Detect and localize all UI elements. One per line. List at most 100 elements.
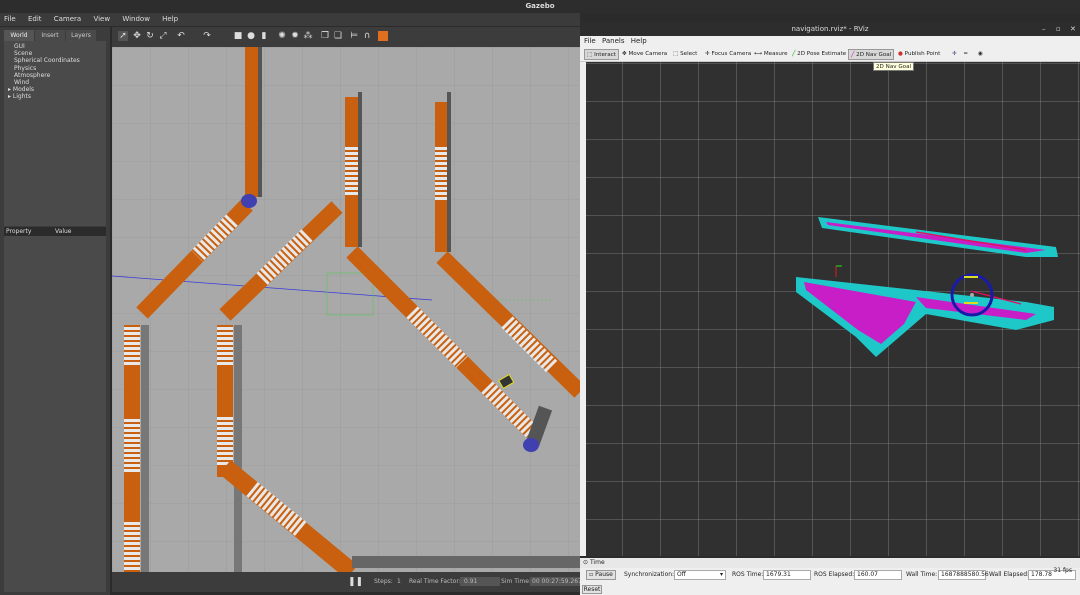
copy-icon[interactable]: ❐ — [320, 31, 330, 41]
gazebo-statusbar: ❚❚ Steps: 1 Real Time Factor: 0.91 Sim T… — [112, 572, 580, 592]
maximize-icon[interactable]: ▫ — [1056, 22, 1061, 36]
property-col: Property — [6, 228, 32, 235]
fps-counter: 31 fps — [1053, 567, 1072, 574]
sphere-icon[interactable]: ● — [246, 31, 256, 41]
tool-select[interactable]: ⬚ Select — [671, 49, 699, 60]
spot-light-icon[interactable]: ✹ — [290, 31, 300, 41]
ros-elapsed-label: ROS Elapsed: — [814, 571, 855, 578]
tool-2d-pose-estimate[interactable]: ╱ 2D Pose Estimate — [790, 49, 848, 60]
world-item-wind[interactable]: Wind — [14, 79, 106, 86]
close-icon[interactable]: ✕ — [1070, 22, 1076, 36]
rviz-3d-view[interactable] — [586, 62, 1080, 556]
sync-select-value: Off — [677, 571, 686, 578]
steps-label: Steps: — [374, 578, 393, 585]
gazebo-3d-viewport[interactable] — [112, 47, 580, 572]
tool-focus-camera-label: Focus Camera — [711, 51, 752, 57]
add-tool-icon[interactable]: ✛ — [950, 49, 959, 60]
rtf-value: 0.91 — [460, 577, 500, 586]
tool-measure-label: Measure — [763, 51, 788, 57]
world-item-scene[interactable]: Scene — [14, 50, 106, 57]
wall-time-field[interactable]: 1687888580.56 — [938, 570, 989, 580]
rviz-menubar: File Panels Help — [580, 36, 1080, 47]
ros-elapsed-field[interactable]: 160.07 — [854, 570, 902, 580]
world-item-atmosphere[interactable]: Atmosphere — [14, 72, 106, 79]
time-panel: ▫ Pause Synchronization: Off ▾ ROS Time: … — [580, 568, 1080, 583]
window-title: Gazebo — [0, 0, 1080, 13]
interact-icon: ⬚ — [587, 52, 593, 58]
undo-icon[interactable]: ↶ — [176, 31, 186, 41]
paste-icon[interactable]: ❏ — [333, 31, 343, 41]
tab-world[interactable]: World — [4, 30, 34, 41]
world-item-models[interactable]: Models — [13, 86, 34, 93]
world-tree: GUI Scene Spherical Coordinates Physics … — [4, 41, 106, 226]
property-header: Property Value — [4, 227, 106, 236]
menu-camera[interactable]: Camera — [54, 15, 81, 23]
tool-focus-camera[interactable]: ✛ Focus Camera — [703, 49, 753, 60]
point-light-icon[interactable]: ✺ — [277, 31, 287, 41]
directional-light-icon[interactable]: ⁂ — [303, 31, 313, 41]
move-camera-icon: ✥ — [622, 51, 627, 57]
select-arrow-icon[interactable]: ➚ — [118, 31, 128, 41]
rviz-toolbar: ⬚ Interact ✥ Move Camera ⬚ Select ✛ Focu… — [580, 47, 1080, 62]
time-panel-close-icon[interactable]: ⊙ — [583, 559, 588, 566]
ros-time-field[interactable]: 1679.31 — [763, 570, 811, 580]
measure-icon: ⟷ — [754, 51, 763, 57]
scale-icon[interactable]: ⤢ — [158, 31, 168, 41]
menu-view[interactable]: View — [93, 15, 110, 23]
chevron-down-icon: ▾ — [719, 571, 723, 578]
pause-button[interactable]: ▫ Pause — [586, 570, 616, 580]
tab-layers[interactable]: Layers — [66, 30, 96, 41]
box-icon[interactable]: ■ — [233, 31, 243, 41]
pause-icon[interactable]: ❚❚ — [348, 572, 363, 592]
world-item-spherical[interactable]: Spherical Coordinates — [14, 57, 106, 64]
costmap-view — [586, 62, 1080, 556]
steps-value[interactable]: 1 — [397, 572, 401, 592]
tool-measure[interactable]: ⟷ Measure — [752, 49, 790, 60]
tab-insert[interactable]: Insert — [35, 30, 65, 41]
gazebo-tabs: World Insert Layers — [4, 30, 106, 41]
nav-goal-tooltip: 2D Nav Goal — [873, 62, 915, 71]
sync-select[interactable]: Off ▾ — [674, 570, 726, 580]
reset-button[interactable]: Reset — [582, 585, 602, 594]
align-icon[interactable]: ⊨ — [349, 31, 359, 41]
rviz-title-text: navigation.rviz* - RViz — [791, 25, 869, 33]
cylinder-icon[interactable]: ▮ — [259, 31, 269, 41]
time-panel-title: Time — [589, 559, 605, 566]
rtf-label: Real Time Factor: — [409, 578, 461, 585]
tool-publish-point-label: Publish Point — [904, 51, 941, 57]
sim-time-value: 00 00:27:59.267 — [530, 577, 580, 586]
rotate-icon[interactable]: ↻ — [145, 31, 155, 41]
camera-type-icon[interactable]: ◉ — [976, 49, 985, 60]
tool-move-camera-label: Move Camera — [628, 51, 668, 57]
gazebo-toolbar: ➚ ✥ ↻ ⤢ ↶ ↷ ■ ● ▮ ✺ ✹ ⁂ ❐ ❏ ⊨ ∩ ■ — [112, 27, 580, 47]
tool-2d-pose-estimate-label: 2D Pose Estimate — [797, 51, 847, 57]
redo-icon[interactable]: ↷ — [202, 31, 212, 41]
pause-button-icon: ▫ — [589, 571, 594, 578]
pause-button-label: Pause — [595, 571, 613, 578]
focus-camera-icon: ✛ — [705, 51, 710, 57]
world-item-lights[interactable]: Lights — [13, 93, 31, 100]
record-icon[interactable]: ■ — [378, 31, 388, 41]
rviz-title: navigation.rviz* - RViz – ▫ ✕ — [580, 22, 1080, 36]
menu-edit[interactable]: Edit — [28, 15, 42, 23]
snap-icon[interactable]: ∩ — [362, 31, 372, 41]
tool-move-camera[interactable]: ✥ Move Camera — [620, 49, 669, 60]
menu-help[interactable]: Help — [162, 15, 178, 23]
property-panel — [4, 236, 106, 592]
tool-interact[interactable]: ⬚ Interact — [584, 49, 619, 60]
minimize-icon[interactable]: – — [1042, 22, 1046, 36]
rviz-menu-panels[interactable]: Panels — [602, 37, 625, 45]
tool-select-label: Select — [680, 51, 698, 57]
menu-window[interactable]: Window — [122, 15, 150, 23]
ros-time-label: ROS Time: — [732, 571, 764, 578]
rviz-menu-file[interactable]: File — [584, 37, 596, 45]
translate-icon[interactable]: ✥ — [132, 31, 142, 41]
tool-publish-point[interactable]: ● Publish Point — [896, 49, 942, 60]
menu-file[interactable]: File — [4, 15, 16, 23]
world-item-gui[interactable]: GUI — [14, 43, 106, 50]
rviz-menu-help[interactable]: Help — [631, 37, 647, 45]
world-item-physics[interactable]: Physics — [14, 65, 106, 72]
value-col: Value — [55, 228, 72, 235]
tool-2d-nav-goal[interactable]: ╱ 2D Nav Goal — [848, 49, 895, 60]
remove-tool-icon[interactable]: ━ — [962, 49, 969, 60]
